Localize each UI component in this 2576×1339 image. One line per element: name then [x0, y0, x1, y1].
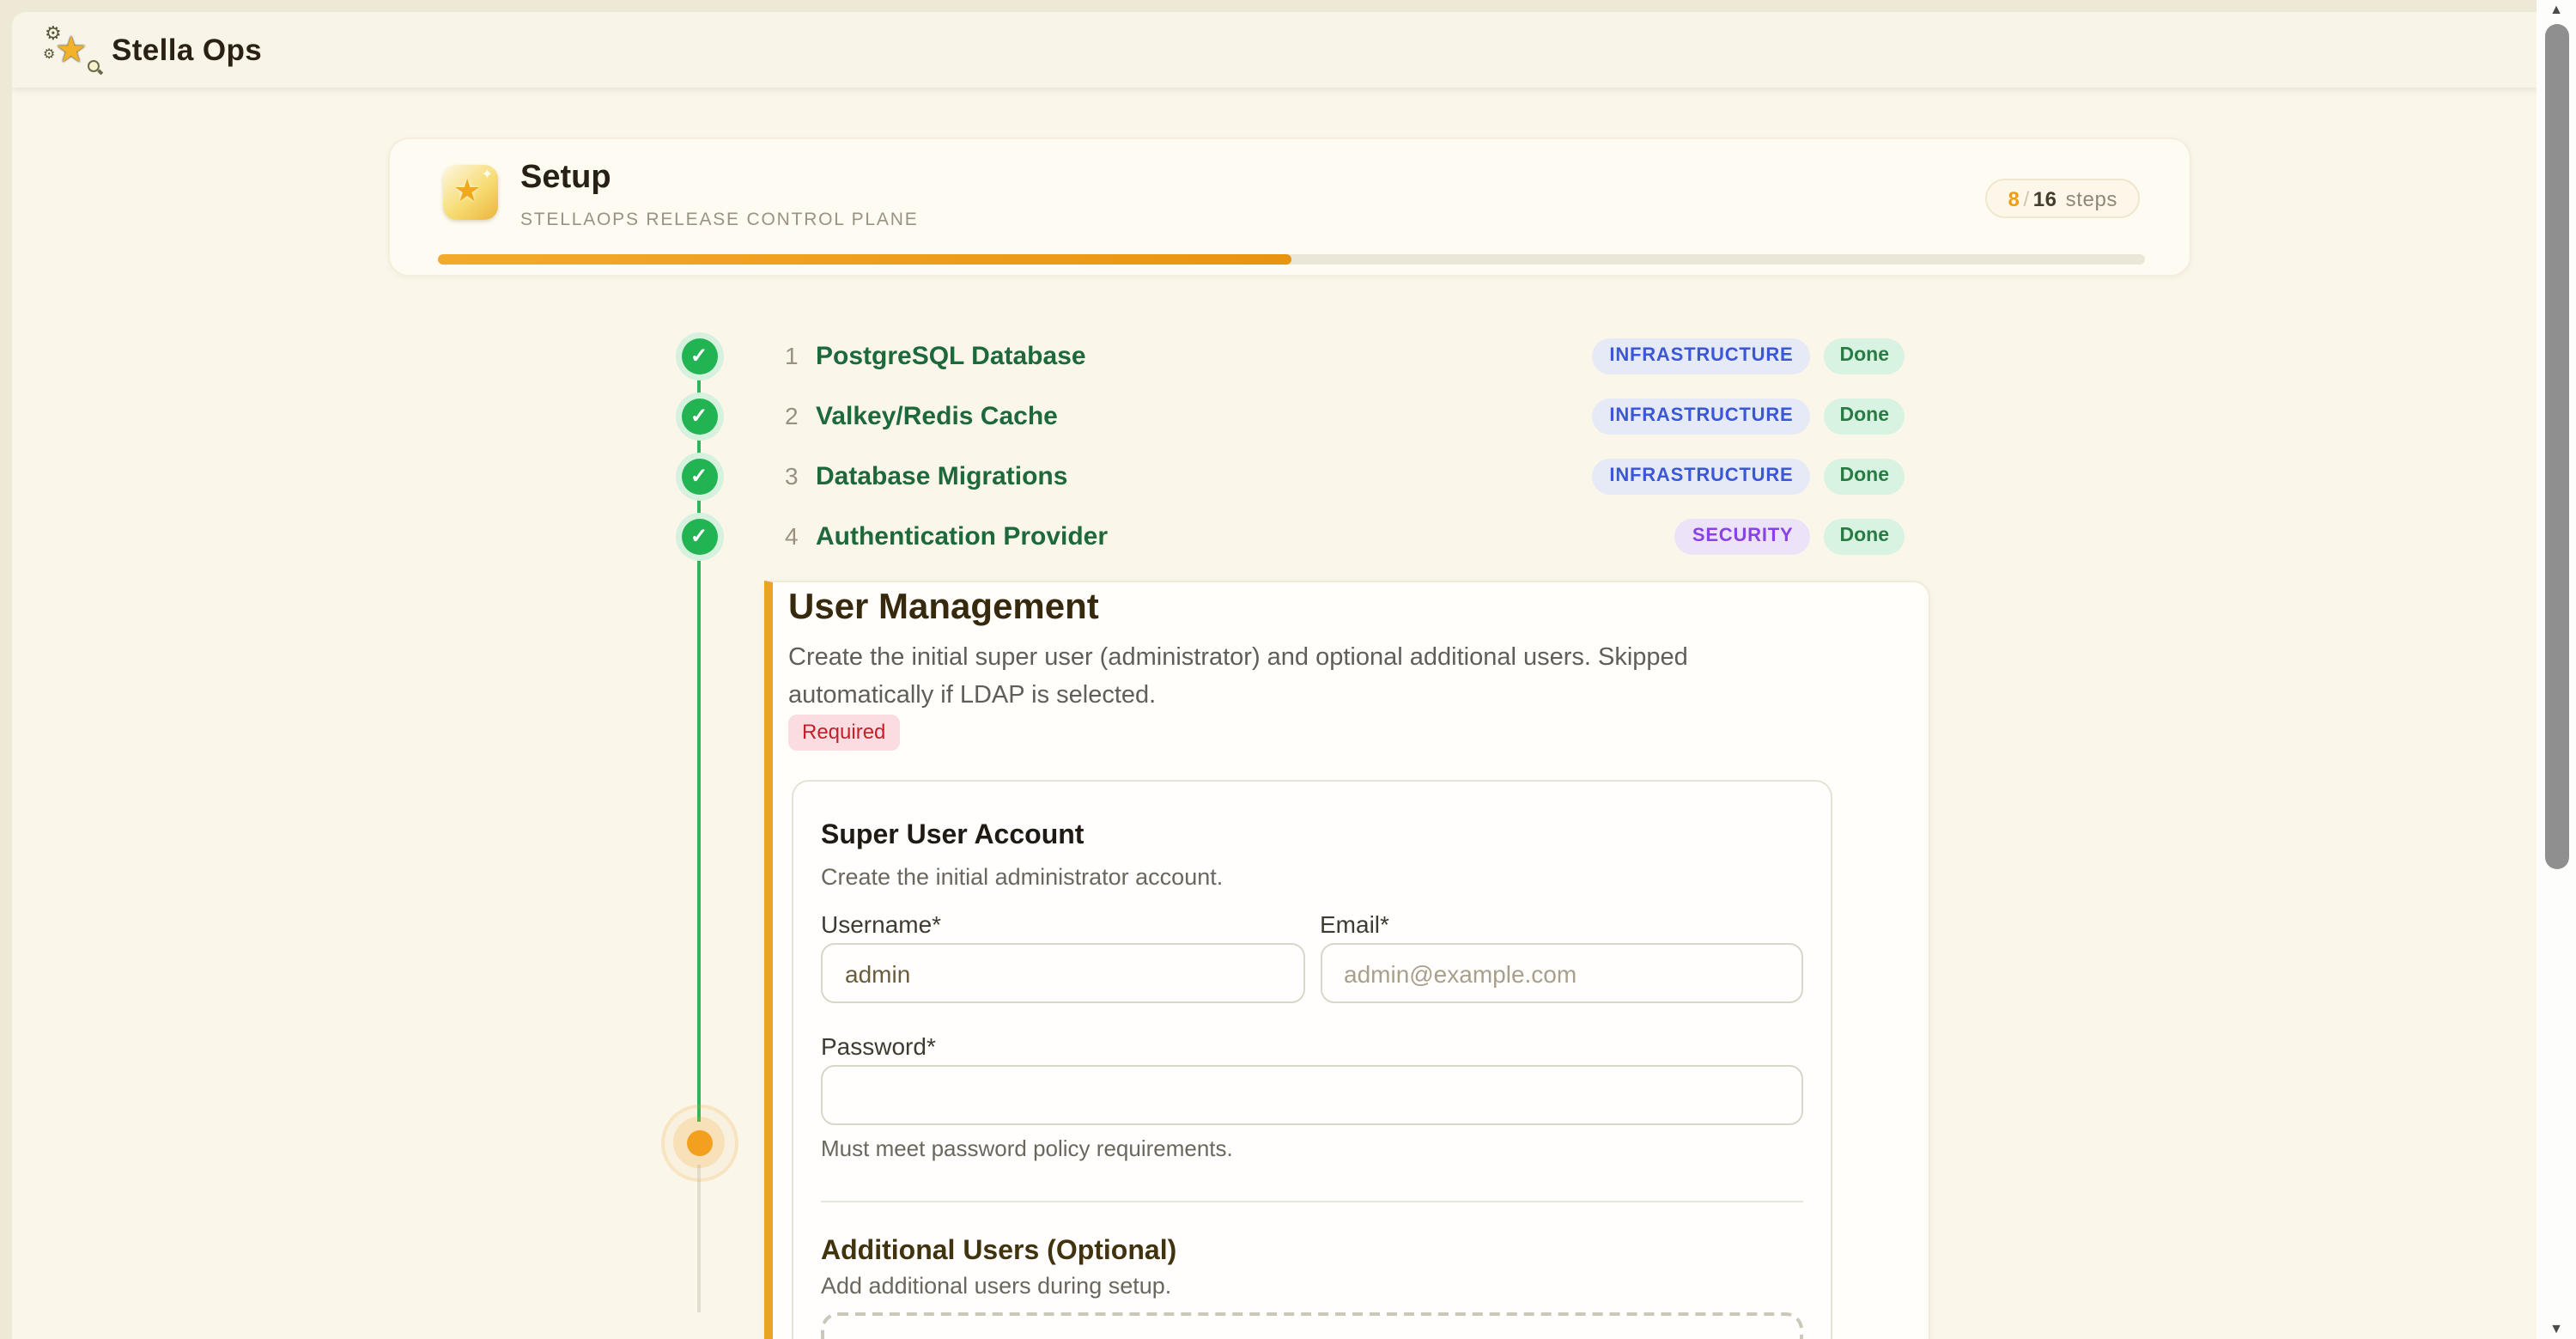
status-badge: Done [1825, 458, 1905, 494]
current-step-marker-dot [686, 1129, 712, 1155]
step-4-check-circle: ✓ [681, 518, 717, 554]
steps-counter-badge: 8 / 16 steps [1985, 179, 2140, 218]
steps-done-count: 8 [2008, 186, 2020, 210]
stella-ops-logo: ⚙ ⚙ ★ [52, 27, 96, 72]
step-title: Authentication Provider [816, 521, 1108, 551]
step-row-postgresql-database[interactable]: 1 PostgreSQL Database INFRASTRUCTURE Don… [785, 333, 1905, 378]
check-icon: ✓ [690, 405, 708, 426]
section-divider [821, 1201, 1803, 1202]
password-helper-text: Must meet password policy requirements. [821, 1135, 1803, 1163]
scrollbar-up-arrow-icon[interactable]: ▲ [2537, 3, 2576, 17]
status-badge: Done [1825, 518, 1905, 554]
scrollbar-thumb[interactable] [2544, 24, 2568, 869]
setup-progress-bar-fill [438, 254, 1291, 264]
check-icon: ✓ [690, 466, 708, 486]
top-header-bar: ⚙ ⚙ ★ Stella Ops [12, 12, 2537, 88]
step-title: Database Migrations [816, 461, 1067, 490]
step-2-check-circle: ✓ [681, 398, 717, 434]
step-badges: INFRASTRUCTURE Done [1592, 458, 1905, 494]
form-labels-row: Username* Email* [821, 910, 1803, 940]
additional-users-heading: Additional Users (Optional) [821, 1235, 1803, 1269]
step-badges: INFRASTRUCTURE Done [1592, 398, 1905, 434]
step-title: Valkey/Redis Cache [816, 401, 1058, 430]
gear-icon: ⚙ [43, 46, 55, 62]
form-inputs-row [821, 943, 1803, 1003]
super-user-card: Super User Account Create the initial ad… [792, 780, 1832, 1339]
category-badge: INFRASTRUCTURE [1592, 458, 1810, 494]
step-title: PostgreSQL Database [816, 341, 1086, 370]
sparkle-icon: ✦ [482, 167, 493, 182]
page-background: ⚙ ⚙ ★ Stella Ops ★ ✦ Setup STELLAOPS REL… [0, 0, 2576, 1339]
email-field[interactable] [1320, 943, 1803, 1003]
steps-total-count: 16 [2033, 186, 2057, 210]
brand-name: Stella Ops [112, 32, 262, 68]
step-number: 3 [785, 462, 809, 490]
required-badge: Required [788, 715, 899, 751]
step-row-valkey-redis-cache[interactable]: 2 Valkey/Redis Cache INFRASTRUCTURE Done [785, 393, 1905, 438]
username-label: Username* [821, 910, 1304, 940]
setup-logo-tile: ★ ✦ [443, 165, 498, 220]
status-badge: Done [1825, 398, 1905, 434]
status-badge: Done [1825, 338, 1905, 374]
password-field[interactable] [821, 1065, 1803, 1125]
page-title: Setup [520, 160, 611, 198]
step-number: 2 [785, 402, 809, 429]
email-label: Email* [1320, 910, 1803, 940]
additional-users-subheading: Add additional users during setup. [821, 1271, 1803, 1300]
scrollbar[interactable]: ▲ ▼ [2537, 0, 2576, 1339]
check-icon: ✓ [690, 345, 708, 366]
star-icon: ★ [55, 29, 88, 74]
check-icon: ✓ [690, 526, 708, 546]
super-user-heading: Super User Account [821, 819, 1803, 854]
add-another-user-button[interactable]: + Add Another User [821, 1312, 1803, 1339]
scrollbar-down-arrow-icon[interactable]: ▼ [2537, 1322, 2576, 1336]
page-subtitle: STELLAOPS RELEASE CONTROL PLANE [520, 210, 919, 230]
panel-title: User Management [788, 587, 1099, 629]
step-row-authentication-provider[interactable]: 4 Authentication Provider SECURITY Done [785, 514, 1905, 558]
timeline-line-upcoming [697, 1165, 702, 1312]
setup-header-card: ★ ✦ Setup STELLAOPS RELEASE CONTROL PLAN… [388, 137, 2191, 277]
steps-count-suffix: steps [2066, 186, 2117, 210]
username-field[interactable] [821, 943, 1304, 1003]
step-3-check-circle: ✓ [681, 458, 717, 494]
step-badges: INFRASTRUCTURE Done [1592, 338, 1905, 374]
user-management-panel: User Management Create the initial super… [764, 581, 1930, 1339]
category-badge: INFRASTRUCTURE [1592, 398, 1810, 434]
app-surface: ⚙ ⚙ ★ Stella Ops ★ ✦ Setup STELLAOPS REL… [12, 12, 2537, 1339]
category-badge: SECURITY [1675, 518, 1811, 554]
super-user-subheading: Create the initial administrator account… [821, 862, 1803, 892]
steps-count-separator: / [2023, 186, 2029, 210]
step-1-check-circle: ✓ [681, 338, 717, 374]
step-badges: SECURITY Done [1675, 518, 1905, 554]
password-label: Password* [821, 1032, 1803, 1062]
panel-description: Create the initial super user (administr… [788, 641, 1753, 715]
step-number: 4 [785, 522, 809, 550]
step-row-database-migrations[interactable]: 3 Database Migrations INFRASTRUCTURE Don… [785, 453, 1905, 498]
star-icon: ★ [453, 172, 481, 210]
category-badge: INFRASTRUCTURE [1592, 338, 1810, 374]
setup-progress-bar [438, 254, 2145, 264]
step-number: 1 [785, 342, 809, 369]
magnifier-icon [88, 60, 100, 72]
